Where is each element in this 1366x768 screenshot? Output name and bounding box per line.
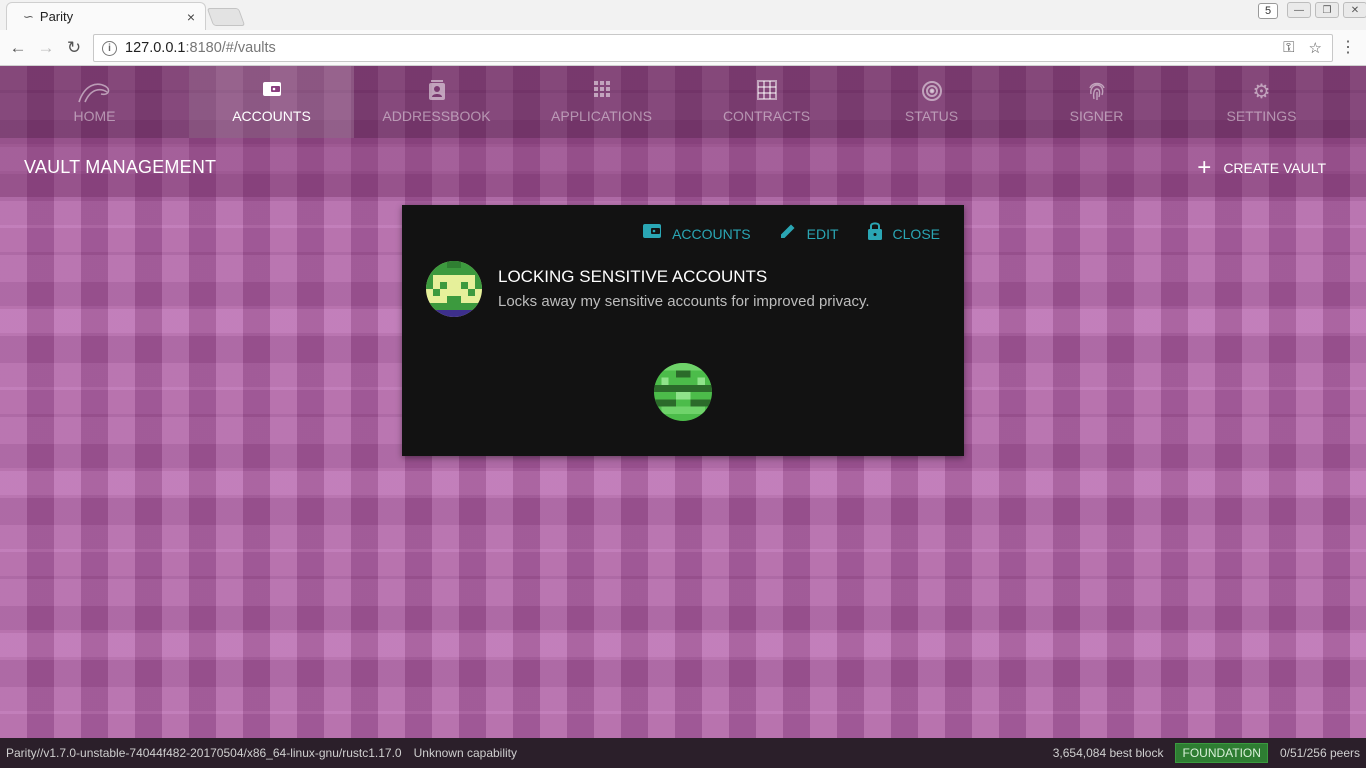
wallet-icon bbox=[262, 80, 282, 106]
window-close-icon[interactable]: ✕ bbox=[1343, 2, 1366, 18]
vault-name: LOCKING SENSITIVE ACCOUNTS bbox=[498, 267, 768, 286]
nav-label: CONTRACTS bbox=[722, 108, 811, 124]
browser-tabbar: ∽ Parity × 5 — ❐ ✕ bbox=[0, 0, 1366, 30]
vault-description: Locks away my sensitive accounts for imp… bbox=[498, 293, 870, 310]
reload-icon[interactable]: ↻ bbox=[63, 37, 85, 59]
nav-label: ACCOUNTS bbox=[232, 108, 311, 124]
vault-identicon bbox=[426, 261, 482, 317]
vault-edit-label: EDIT bbox=[806, 225, 839, 242]
page-header: VAULT MANAGEMENT + CREATE VAULT bbox=[0, 138, 1366, 197]
url-host: 127.0.0.1 bbox=[125, 40, 186, 56]
nav-label: SETTINGS bbox=[1226, 108, 1297, 124]
nav-label: STATUS bbox=[904, 108, 959, 124]
chain-badge: FOUNDATION bbox=[1175, 743, 1268, 763]
page-title: VAULT MANAGEMENT bbox=[24, 157, 217, 177]
capability-text: Unknown capability bbox=[413, 746, 517, 760]
peers-text: 0/51/256 peers bbox=[1279, 746, 1360, 760]
nav-addressbook[interactable]: ADDRESSBOOK bbox=[354, 66, 519, 138]
parity-logo-icon bbox=[75, 80, 115, 106]
wallet-icon bbox=[642, 222, 662, 245]
browser-menu-icon[interactable]: ⋮ bbox=[1340, 39, 1356, 57]
nav-label: ADDRESSBOOK bbox=[382, 108, 491, 124]
apps-grid-icon bbox=[593, 80, 611, 106]
nav-signer[interactable]: SIGNER bbox=[1014, 66, 1179, 138]
nav-label: HOME bbox=[73, 108, 116, 124]
nav-settings[interactable]: ⚙ SETTINGS bbox=[1179, 66, 1344, 138]
nav-applications[interactable]: APPLICATIONS bbox=[519, 66, 684, 138]
lock-icon bbox=[867, 221, 883, 246]
fingerprint-icon bbox=[1087, 80, 1107, 106]
gear-icon: ⚙ bbox=[1252, 81, 1271, 103]
parity-favicon-icon: ∽ bbox=[23, 8, 34, 24]
nav-accounts[interactable]: ACCOUNTS bbox=[189, 66, 354, 138]
vault-actions: ACCOUNTS EDIT CLOSE bbox=[642, 221, 940, 246]
key-icon[interactable]: ⚿ bbox=[1283, 39, 1294, 57]
parity-app: HOME ACCOUNTS ADDRESSBOOK APPLICATIONS C… bbox=[0, 66, 1366, 738]
account-identicon[interactable] bbox=[654, 363, 712, 421]
tab-title: Parity bbox=[39, 9, 74, 24]
main-nav: HOME ACCOUNTS ADDRESSBOOK APPLICATIONS C… bbox=[0, 66, 1366, 138]
nav-label: SIGNER bbox=[1069, 108, 1124, 124]
new-tab-button[interactable] bbox=[206, 8, 246, 26]
extension-icon[interactable]: 5 bbox=[1258, 3, 1278, 19]
nav-home[interactable]: HOME bbox=[0, 66, 189, 138]
bookmark-star-icon[interactable]: ☆ bbox=[1309, 39, 1322, 57]
version-text: Parity//v1.7.0-unstable-74044f482-201705… bbox=[6, 746, 402, 760]
nav-label: APPLICATIONS bbox=[551, 108, 652, 124]
browser-tab[interactable]: ∽ Parity × bbox=[6, 2, 206, 30]
vault-close-label: CLOSE bbox=[892, 225, 940, 242]
nav-status[interactable]: STATUS bbox=[849, 66, 1014, 138]
vault-close-button[interactable]: CLOSE bbox=[867, 221, 940, 246]
radar-icon bbox=[921, 80, 943, 106]
address-bar[interactable]: i 127.0.0.1 :8180/#/vaults ⚿ ☆ bbox=[93, 34, 1333, 62]
plus-icon: + bbox=[1197, 153, 1212, 181]
url-path: :8180/#/vaults bbox=[185, 40, 276, 56]
vault-card: ACCOUNTS EDIT CLOSE LOCKING SENSITIVE AC… bbox=[402, 205, 964, 456]
back-arrow-icon[interactable]: ← bbox=[7, 37, 29, 59]
tab-close-icon[interactable]: × bbox=[187, 9, 195, 25]
minimize-icon[interactable]: — bbox=[1287, 2, 1311, 18]
pencil-icon bbox=[779, 222, 797, 245]
forward-arrow-icon[interactable]: → bbox=[35, 37, 57, 59]
info-icon[interactable]: i bbox=[102, 40, 117, 56]
create-vault-label: CREATE VAULT bbox=[1223, 159, 1326, 176]
contact-card-icon bbox=[428, 80, 446, 106]
vault-edit-button[interactable]: EDIT bbox=[779, 221, 839, 246]
vault-accounts-button[interactable]: ACCOUNTS bbox=[642, 221, 751, 246]
window-controls: — ❐ ✕ bbox=[1287, 2, 1366, 18]
nav-contracts[interactable]: CONTRACTS bbox=[684, 66, 849, 138]
table-grid-icon bbox=[756, 80, 777, 106]
status-bar: Parity//v1.7.0-unstable-74044f482-201705… bbox=[0, 738, 1366, 768]
best-block-text: 3,654,084 best block bbox=[1052, 746, 1164, 760]
browser-toolbar: ← → ↻ i 127.0.0.1 :8180/#/vaults ⚿ ☆ ⋮ bbox=[0, 30, 1366, 66]
vault-accounts-label: ACCOUNTS bbox=[672, 225, 751, 242]
restore-icon[interactable]: ❐ bbox=[1315, 2, 1339, 18]
create-vault-button[interactable]: + CREATE VAULT bbox=[1197, 153, 1326, 181]
